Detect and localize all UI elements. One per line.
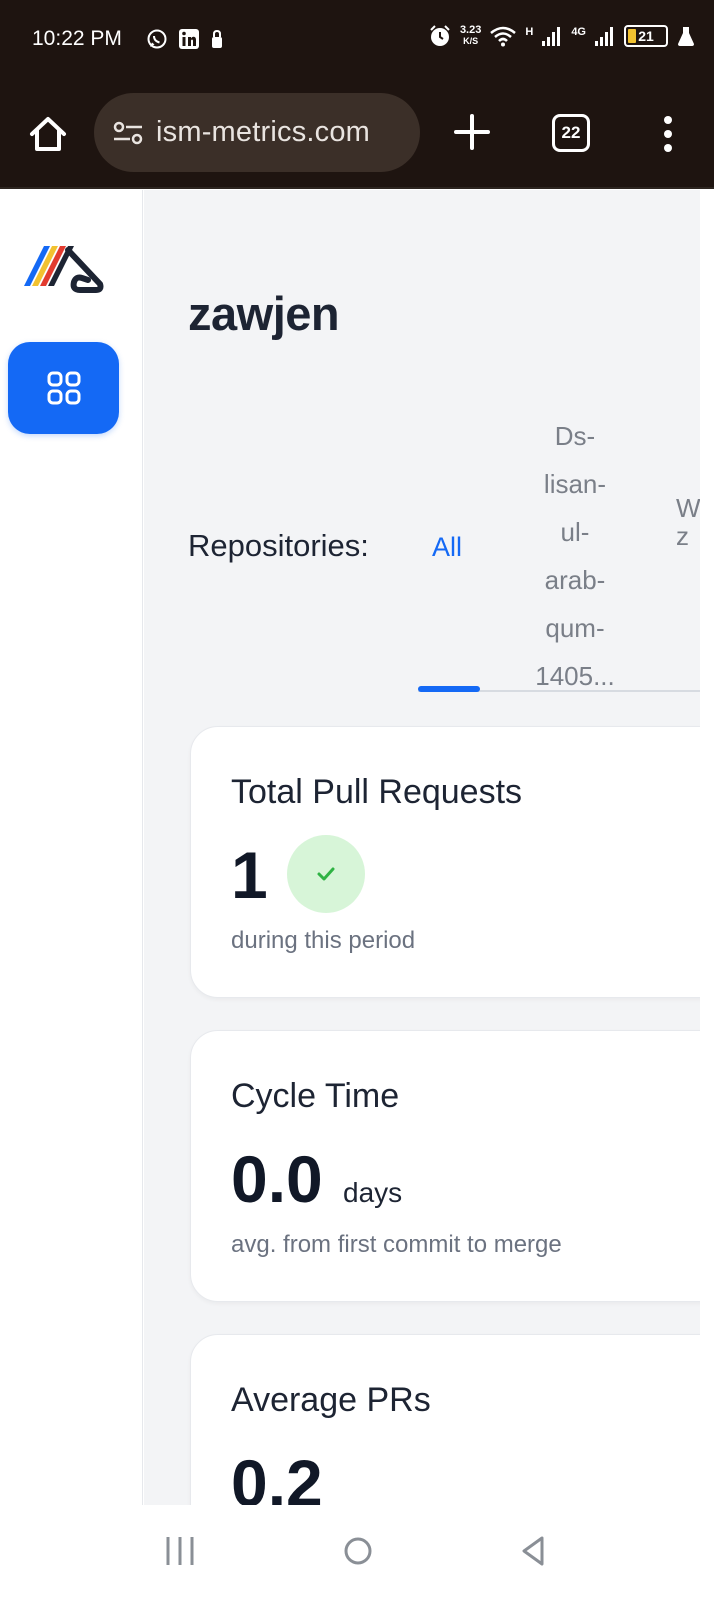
status-bar: 10:22 PM 3.23 K/S H 4G 21 bbox=[0, 0, 714, 84]
alarm-icon bbox=[430, 25, 450, 46]
active-tab-indicator bbox=[418, 686, 480, 692]
signal2-label: 4G bbox=[571, 26, 586, 38]
network-speed-value: 3.23 bbox=[459, 24, 482, 36]
new-tab-button[interactable] bbox=[452, 110, 492, 154]
card-value: 1 bbox=[231, 838, 268, 912]
recent-apps-icon bbox=[166, 1537, 194, 1565]
back-icon bbox=[522, 1536, 544, 1566]
browser-toolbar: ism-metrics.com 22 bbox=[0, 84, 714, 189]
wifi-icon bbox=[490, 26, 517, 47]
sidebar bbox=[0, 190, 143, 1505]
cycle-time-card: Cycle Time 0.0 days avg. from first comm… bbox=[190, 1030, 700, 1302]
page-title: zawjen bbox=[188, 287, 340, 340]
status-time: 10:22 PM bbox=[32, 27, 122, 50]
back-nav-button[interactable] bbox=[512, 1529, 556, 1573]
tab-repository-label-line: arab- bbox=[544, 565, 606, 595]
linkedin-icon bbox=[179, 29, 199, 49]
sidebar-item-dashboard[interactable] bbox=[8, 342, 119, 434]
tab-repository-label-line: ul- bbox=[560, 517, 590, 547]
tab-repository[interactable]: Ds- lisan- ul- arab- qum- 1405... bbox=[522, 412, 628, 700]
tab-repository-next[interactable]: W z bbox=[676, 493, 700, 560]
lock-icon bbox=[212, 29, 222, 48]
whatsapp-icon bbox=[147, 29, 167, 49]
page-right-edge bbox=[700, 190, 714, 1505]
tabs-icon[interactable]: 22 bbox=[552, 114, 590, 152]
url-text[interactable]: ism-metrics.com bbox=[156, 116, 370, 149]
home-nav-button[interactable] bbox=[336, 1529, 380, 1573]
site-settings-icon[interactable] bbox=[112, 119, 144, 147]
signal-icon bbox=[595, 27, 613, 46]
card-title: Total Pull Requests bbox=[231, 773, 523, 811]
browser-home-button[interactable] bbox=[26, 112, 70, 156]
flask-icon bbox=[678, 27, 694, 46]
card-subtitle: avg. from first commit to merge bbox=[231, 1231, 562, 1258]
dashboard-grid-icon bbox=[47, 371, 80, 405]
network-speed: 3.23 K/S bbox=[460, 25, 481, 47]
plus-icon bbox=[454, 114, 490, 150]
more-vert-icon[interactable] bbox=[658, 112, 678, 156]
card-title: Average PRs bbox=[231, 1381, 431, 1419]
notification-icons bbox=[146, 28, 224, 50]
system-nav-bar bbox=[0, 1505, 714, 1599]
card-title: Cycle Time bbox=[231, 1077, 400, 1115]
home-icon bbox=[30, 117, 66, 151]
app-logo bbox=[24, 246, 104, 293]
card-unit: days bbox=[343, 1177, 403, 1208]
tab-repository-label-line: Ds- bbox=[554, 421, 596, 451]
home-circle-icon bbox=[344, 1537, 372, 1565]
card-value: 0.2 bbox=[231, 1446, 323, 1505]
card-value: 0.0 bbox=[231, 1142, 323, 1216]
battery-icon: 21 bbox=[624, 25, 668, 47]
tab-repository-label-line: lisan- bbox=[543, 469, 607, 499]
card-subtitle: during this period bbox=[231, 927, 416, 954]
tab-repository-label-line: 1405... bbox=[535, 661, 615, 691]
network-speed-unit: K/S bbox=[463, 36, 479, 46]
tab-count: 22 bbox=[561, 123, 581, 142]
check-icon bbox=[317, 867, 335, 881]
signal-icon bbox=[542, 27, 561, 46]
status-right-icons: 3.23 K/S H 4G 21 bbox=[428, 24, 696, 48]
success-badge bbox=[287, 835, 365, 913]
recent-apps-button[interactable] bbox=[158, 1529, 202, 1573]
battery-level: 21 bbox=[638, 28, 654, 44]
address-bar[interactable]: ism-metrics.com bbox=[94, 93, 420, 172]
tab-all-repositories[interactable]: All bbox=[432, 532, 462, 563]
signal1-label: H bbox=[525, 26, 534, 38]
repositories-label: Repositories: bbox=[188, 528, 369, 563]
main-content: zawjen Repositories: All Ds- lisan- ul- … bbox=[144, 190, 700, 1505]
average-prs-card: Average PRs 0.2 bbox=[190, 1334, 700, 1505]
tab-repository-label-line: qum- bbox=[545, 613, 605, 643]
total-pull-requests-card: Total Pull Requests 1 during this period bbox=[190, 726, 700, 998]
